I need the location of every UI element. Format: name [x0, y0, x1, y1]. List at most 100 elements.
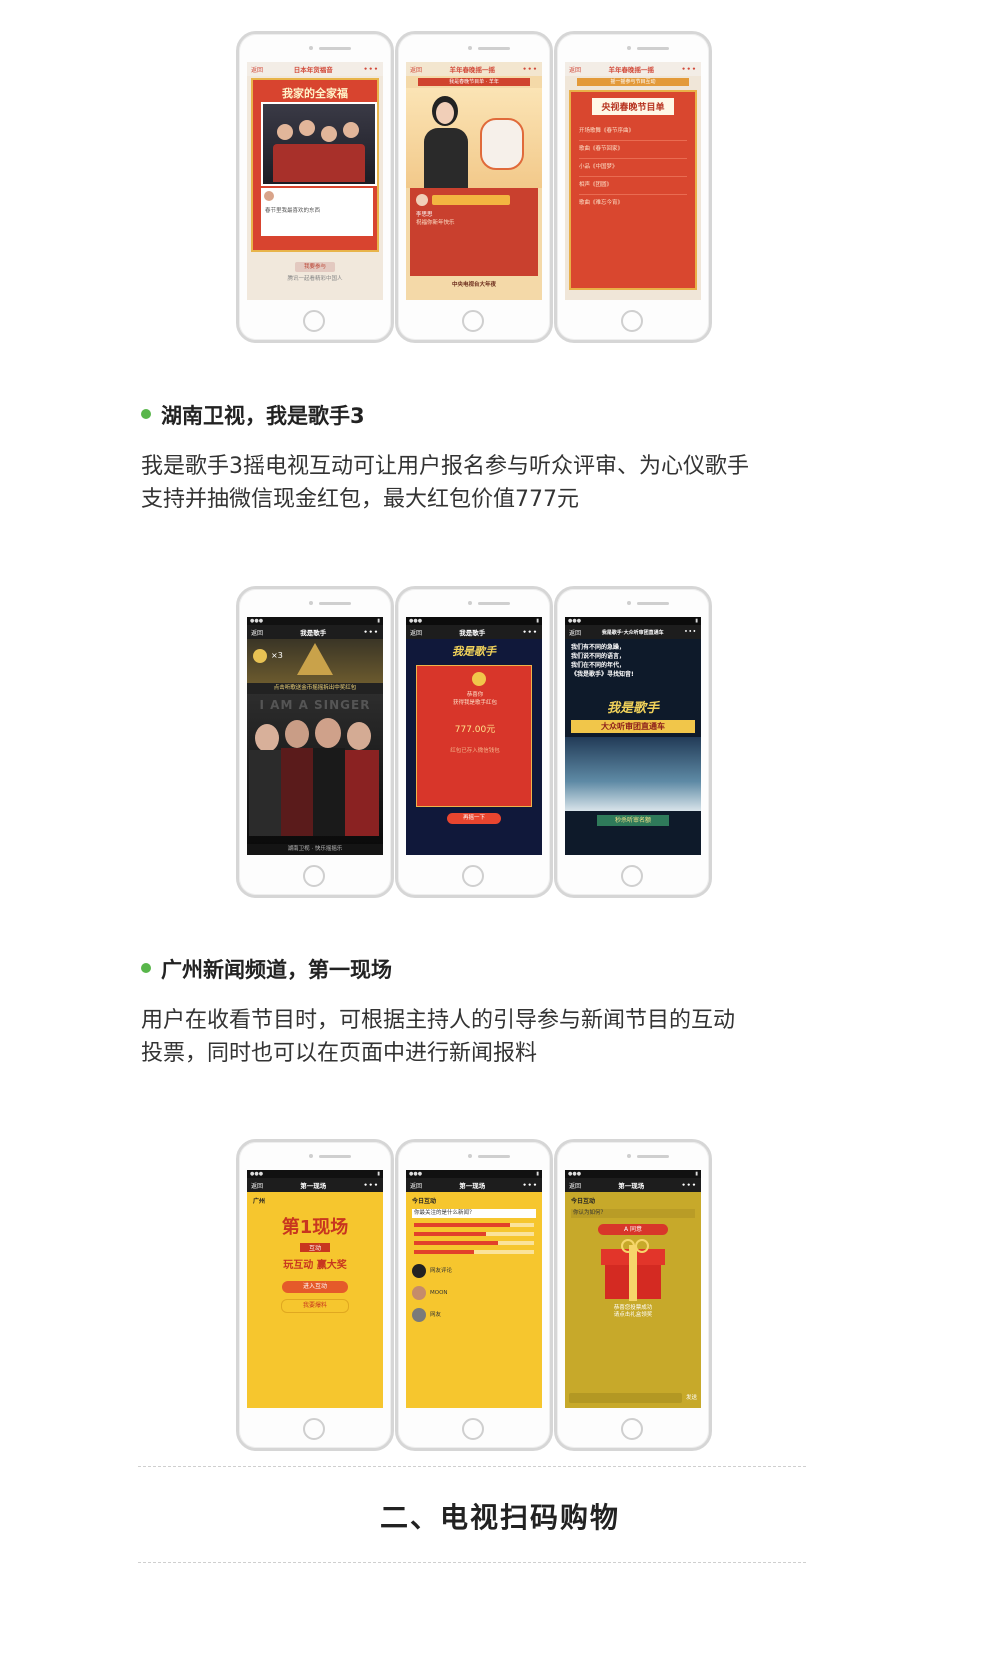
back-button[interactable]: 返回 — [410, 65, 422, 74]
singer-wall: I AM A SINGER — [247, 694, 383, 844]
vote-bar — [414, 1241, 534, 1245]
slogan-block: 我们有不同的急躁， 我们说不同的语言， 我们在不同的年代， 《我是歌手》寻找知音… — [565, 639, 701, 683]
more-icon[interactable]: ••• — [523, 65, 538, 73]
phone-mockup-4: ●●● ▮ 返回 我是歌手 ••• ×3 点击听歌送金币摇摇拆出中奖红包 I AM… — [236, 586, 394, 898]
vote-bars — [414, 1223, 534, 1254]
camera-dot — [627, 601, 631, 605]
envelope-line: 恭喜你 — [466, 692, 484, 698]
enter-button[interactable]: 进入互动 — [282, 1281, 348, 1293]
more-icon[interactable]: ••• — [682, 65, 697, 73]
nav-bar: 返回 第一现场 ••• — [247, 1178, 383, 1192]
banner-text: 大众听审团直通车 — [571, 720, 695, 733]
speaker-slot — [637, 47, 669, 50]
nav-title: 第一现场 — [300, 1182, 327, 1190]
more-icon[interactable]: ••• — [523, 1181, 538, 1189]
speaker-slot — [319, 47, 351, 50]
section-paragraph: 用户在收看节目时，可根据主持人的引导参与新闻节目的互动 投票，同时也可以在页面中… — [141, 1004, 821, 1070]
section-title: 二、电视扫码购物 — [379, 1501, 620, 1534]
more-icon[interactable]: ••• — [523, 628, 538, 636]
send-button[interactable]: 发送 — [686, 1395, 697, 1402]
grab-seat-button[interactable]: 秒杀听审名额 — [597, 815, 669, 826]
phone-mockup-5: ●●● ▮ 返回 我是歌手 ••• 我是歌手 恭喜你 获得我是歌手红包 777.0… — [395, 586, 553, 898]
back-button[interactable]: 返回 — [569, 1181, 581, 1190]
more-icon[interactable]: ••• — [684, 629, 697, 635]
comment-author: 网友评论 — [430, 1267, 453, 1274]
program-item: 开场歌舞《春节序曲》 — [579, 123, 687, 141]
red-envelope: 恭喜你 获得我是歌手红包 777.00元 红包已存入微信钱包 — [416, 665, 532, 807]
caption-box: 春节里我最喜欢的东西 — [261, 188, 373, 236]
nav-title: 我是歌手·大众听审团直通车 — [601, 629, 664, 636]
camera-dot — [468, 46, 472, 50]
more-icon[interactable]: ••• — [364, 628, 379, 636]
today-logo: 今日互动 — [412, 1198, 437, 1205]
status-bar: ●●● ▮ — [247, 1170, 383, 1178]
program-item: 小品《中国梦》 — [579, 159, 687, 177]
poster-card: 我家的全家福 春节里我最喜欢的东西 — [251, 78, 379, 252]
show-logo: 我是歌手 — [452, 645, 496, 658]
nav-bar: 返回 羊年春晚摇一摇 ••• — [406, 62, 542, 76]
gift-box-icon — [601, 1237, 665, 1301]
more-icon[interactable]: ••• — [364, 1181, 379, 1189]
more-icon[interactable]: ••• — [682, 1181, 697, 1189]
camera-dot — [309, 1154, 313, 1158]
phone-screen: 返回 羊年春晚摇一摇 ••• 我是春晚节目单 · 羊年 李思思 祝福你新年快乐 … — [406, 62, 542, 300]
phone-screen: ●●● ▮ 返回 我是歌手 ••• ×3 点击听歌送金币摇摇拆出中奖红包 I AM… — [247, 617, 383, 855]
slogan-line: 我们在不同的年代， — [571, 662, 626, 669]
nav-title: 第一现场 — [459, 1182, 486, 1190]
back-button[interactable]: 返回 — [569, 628, 581, 637]
card-title: 央视春晚节目单 — [592, 98, 674, 115]
shake-again-button[interactable]: 再摇一下 — [447, 813, 501, 824]
camera-dot — [309, 46, 313, 50]
vote-bar — [414, 1232, 534, 1236]
message-card: 李思思 祝福你新年快乐 — [410, 188, 538, 276]
nav-bar: 返回 我是歌手 ••• — [406, 625, 542, 639]
nav-title: 日本年货福音 — [293, 66, 333, 74]
report-button[interactable]: 我要爆料 — [281, 1299, 349, 1313]
option-button[interactable]: A 同意 — [598, 1224, 668, 1235]
phone-mockup-8: ●●● ▮ 返回 第一现场 ••• 今日互动 你最关注的是什么新闻？ 网友评论 M… — [395, 1139, 553, 1451]
phone-mockup-6: ●●● ▮ 返回 我是歌手·大众听审团直通车 ••• 我们有不同的急躁， 我们说不… — [554, 586, 712, 898]
back-button[interactable]: 返回 — [569, 65, 581, 74]
back-button[interactable]: 返回 — [251, 65, 263, 74]
back-button[interactable]: 返回 — [410, 1181, 422, 1190]
footer-text: 腾讯一起看精彩中国人 — [287, 276, 343, 282]
join-button[interactable]: 我要参与 — [295, 262, 335, 272]
phone-screen: ●●● ▮ 返回 我是歌手·大众听审团直通车 ••• 我们有不同的急躁， 我们说不… — [565, 617, 701, 855]
avatar — [412, 1286, 426, 1300]
slogan-line: 我们有不同的急躁， — [571, 644, 626, 651]
phone-screen: 返回 羊年春晚摇一摇 ••• 摇一摇参与节目互动 央视春晚节目单 开场歌舞《春节… — [565, 62, 701, 300]
vote-bar — [414, 1223, 534, 1227]
back-button[interactable]: 返回 — [410, 628, 422, 637]
avatar — [412, 1308, 426, 1322]
back-button[interactable]: 返回 — [251, 1181, 263, 1190]
section-heading: 湖南卫视，我是歌手3 — [161, 404, 365, 428]
comment-list: 网友评论 MOON 网友 — [412, 1264, 536, 1322]
host-name: 李思思 — [416, 212, 433, 218]
section-paragraph: 我是歌手3摇电视互动可让用户报名参与听众评审、为心仪歌手 支持并抽微信现金红包，… — [141, 450, 821, 516]
nav-bar: 返回 第一现场 ••• — [565, 1178, 701, 1192]
program-list: 开场歌舞《春节序曲》 歌曲《春节回家》 小品《中国梦》 相声《团圆》 歌曲《难忘… — [571, 115, 695, 220]
status-bar: ●●● ▮ — [565, 1170, 701, 1178]
mountain-art — [565, 737, 701, 811]
section-heading: 广州新闻频道，第一现场 — [161, 958, 392, 982]
vote-bar — [414, 1250, 534, 1254]
nav-bar: 返回 我是歌手 ••• — [247, 625, 383, 639]
home-button — [303, 1418, 325, 1440]
mascot-image — [480, 118, 524, 170]
back-button[interactable]: 返回 — [251, 628, 263, 637]
host-message: 祝福你新年快乐 — [416, 220, 455, 226]
blurb-text: 点击听歌送金币摇摇拆出中奖红包 — [247, 683, 383, 694]
list-item: 网友评论 — [412, 1264, 536, 1278]
comment-author: 网友 — [430, 1311, 442, 1318]
comment-input[interactable] — [569, 1393, 682, 1403]
more-icon[interactable]: ••• — [364, 65, 379, 73]
show-logo: 我是歌手 — [606, 701, 659, 716]
program-item: 歌曲《难忘今宵》 — [579, 200, 624, 206]
camera-dot — [309, 601, 313, 605]
speaker-slot — [637, 602, 669, 605]
program-card: 央视春晚节目单 开场歌舞《春节序曲》 歌曲《春节回家》 小品《中国梦》 相声《团… — [569, 90, 697, 290]
home-button — [621, 865, 643, 887]
phone-mockup-3: 返回 羊年春晚摇一摇 ••• 摇一摇参与节目互动 央视春晚节目单 开场歌舞《春节… — [554, 31, 712, 343]
phone-mockup-1: 返回 日本年货福音 ••• 我家的全家福 春节里我最喜欢的东西 我要参与 腾讯一… — [236, 31, 394, 343]
home-button — [621, 1418, 643, 1440]
